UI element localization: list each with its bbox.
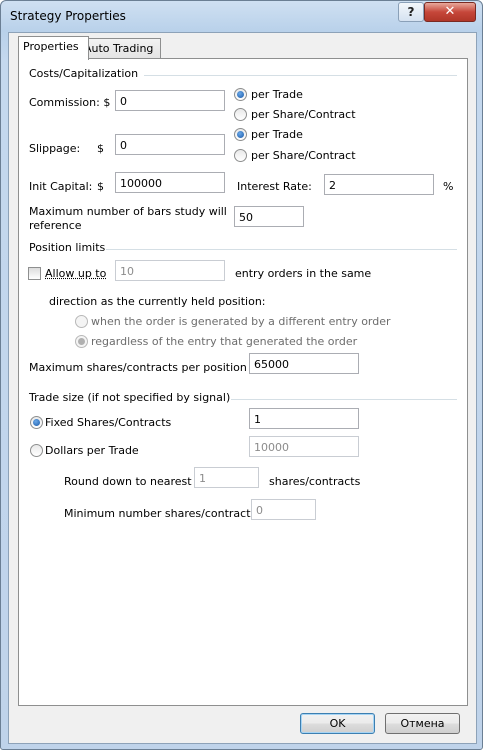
max-shares-label: Maximum shares/contracts per position	[29, 361, 247, 374]
allow-up-to-input[interactable]: 10	[115, 260, 225, 281]
trade-size-divider	[231, 399, 457, 400]
slippage-per-trade-radio[interactable]	[234, 128, 247, 141]
min-shares-label: Minimum number shares/contracts:	[64, 507, 260, 520]
different-entry-order-radio[interactable]	[75, 315, 88, 328]
properties-panel: Costs/Capitalization Commission: $ 0 per…	[18, 58, 468, 706]
commission-input[interactable]: 0	[115, 90, 225, 111]
slippage-per-trade-label[interactable]: per Trade	[251, 128, 303, 141]
slippage-label: Slippage:	[29, 142, 81, 155]
fixed-shares-label[interactable]: Fixed Shares/Contracts	[45, 416, 171, 429]
max-shares-input[interactable]: 65000	[249, 353, 359, 374]
commission-per-share-label[interactable]: per Share/Contract	[251, 108, 356, 121]
dollars-per-trade-radio[interactable]	[30, 444, 43, 457]
commission-per-trade-radio[interactable]	[234, 88, 247, 101]
min-shares-input[interactable]: 0	[251, 499, 316, 520]
round-down-label: Round down to nearest	[64, 475, 192, 488]
dollars-per-trade-input[interactable]: 10000	[249, 436, 359, 457]
interest-rate-label: Interest Rate:	[237, 180, 312, 193]
costs-group-label: Costs/Capitalization	[29, 67, 139, 80]
max-bars-input[interactable]: 50	[234, 206, 304, 227]
position-limits-group-label: Position limits	[29, 241, 106, 254]
max-bars-label-line1: Maximum number of bars study will	[29, 205, 227, 218]
trade-size-group-label: Trade size (if not specified by signal)	[29, 391, 231, 404]
title-bar[interactable]: Strategy Properties ? ✕	[1, 1, 482, 33]
allow-up-to-label[interactable]: Allow up to	[45, 267, 106, 280]
commission-label: Commission: $	[29, 96, 111, 109]
round-down-input[interactable]: 1	[194, 467, 259, 488]
fixed-shares-input[interactable]: 1	[249, 408, 359, 429]
dialog-client-area: Properties Auto Trading Costs/Capitaliza…	[8, 32, 477, 744]
different-entry-order-label[interactable]: when the order is generated by a differe…	[91, 315, 391, 328]
round-down-unit: shares/contracts	[269, 475, 361, 488]
position-limits-divider	[106, 249, 457, 250]
slippage-input[interactable]: 0	[115, 134, 225, 155]
costs-divider	[144, 75, 457, 76]
commission-per-share-radio[interactable]	[234, 108, 247, 121]
regardless-entry-radio[interactable]	[75, 335, 88, 348]
dollars-per-trade-label[interactable]: Dollars per Trade	[45, 444, 139, 457]
interest-rate-input[interactable]: 2	[324, 174, 434, 195]
entry-orders-label: entry orders in the same	[235, 267, 372, 280]
close-button[interactable]: ✕	[424, 2, 476, 22]
cancel-button[interactable]: Отмена	[385, 713, 460, 734]
tab-properties[interactable]: Properties	[18, 36, 89, 60]
regardless-entry-label[interactable]: regardless of the entry that generated t…	[91, 335, 357, 348]
help-button[interactable]: ?	[398, 2, 424, 22]
commission-per-trade-label[interactable]: per Trade	[251, 88, 303, 101]
ok-button[interactable]: OK	[300, 713, 375, 734]
window-title: Strategy Properties	[10, 9, 126, 23]
allow-up-to-checkbox[interactable]	[28, 267, 41, 280]
slippage-per-share-radio[interactable]	[234, 149, 247, 162]
init-capital-currency: $	[97, 180, 104, 193]
slippage-per-share-label[interactable]: per Share/Contract	[251, 149, 356, 162]
strategy-properties-window: Strategy Properties ? ✕ Properties Auto …	[0, 0, 483, 750]
tab-auto-trading[interactable]: Auto Trading	[79, 38, 161, 59]
fixed-shares-radio[interactable]	[30, 416, 43, 429]
direction-label: direction as the currently held position…	[49, 295, 266, 308]
interest-rate-unit: %	[443, 180, 454, 193]
slippage-currency: $	[97, 142, 104, 155]
max-bars-label-line2: reference	[29, 219, 82, 232]
init-capital-label: Init Capital:	[29, 180, 93, 193]
init-capital-input[interactable]: 100000	[115, 172, 225, 193]
